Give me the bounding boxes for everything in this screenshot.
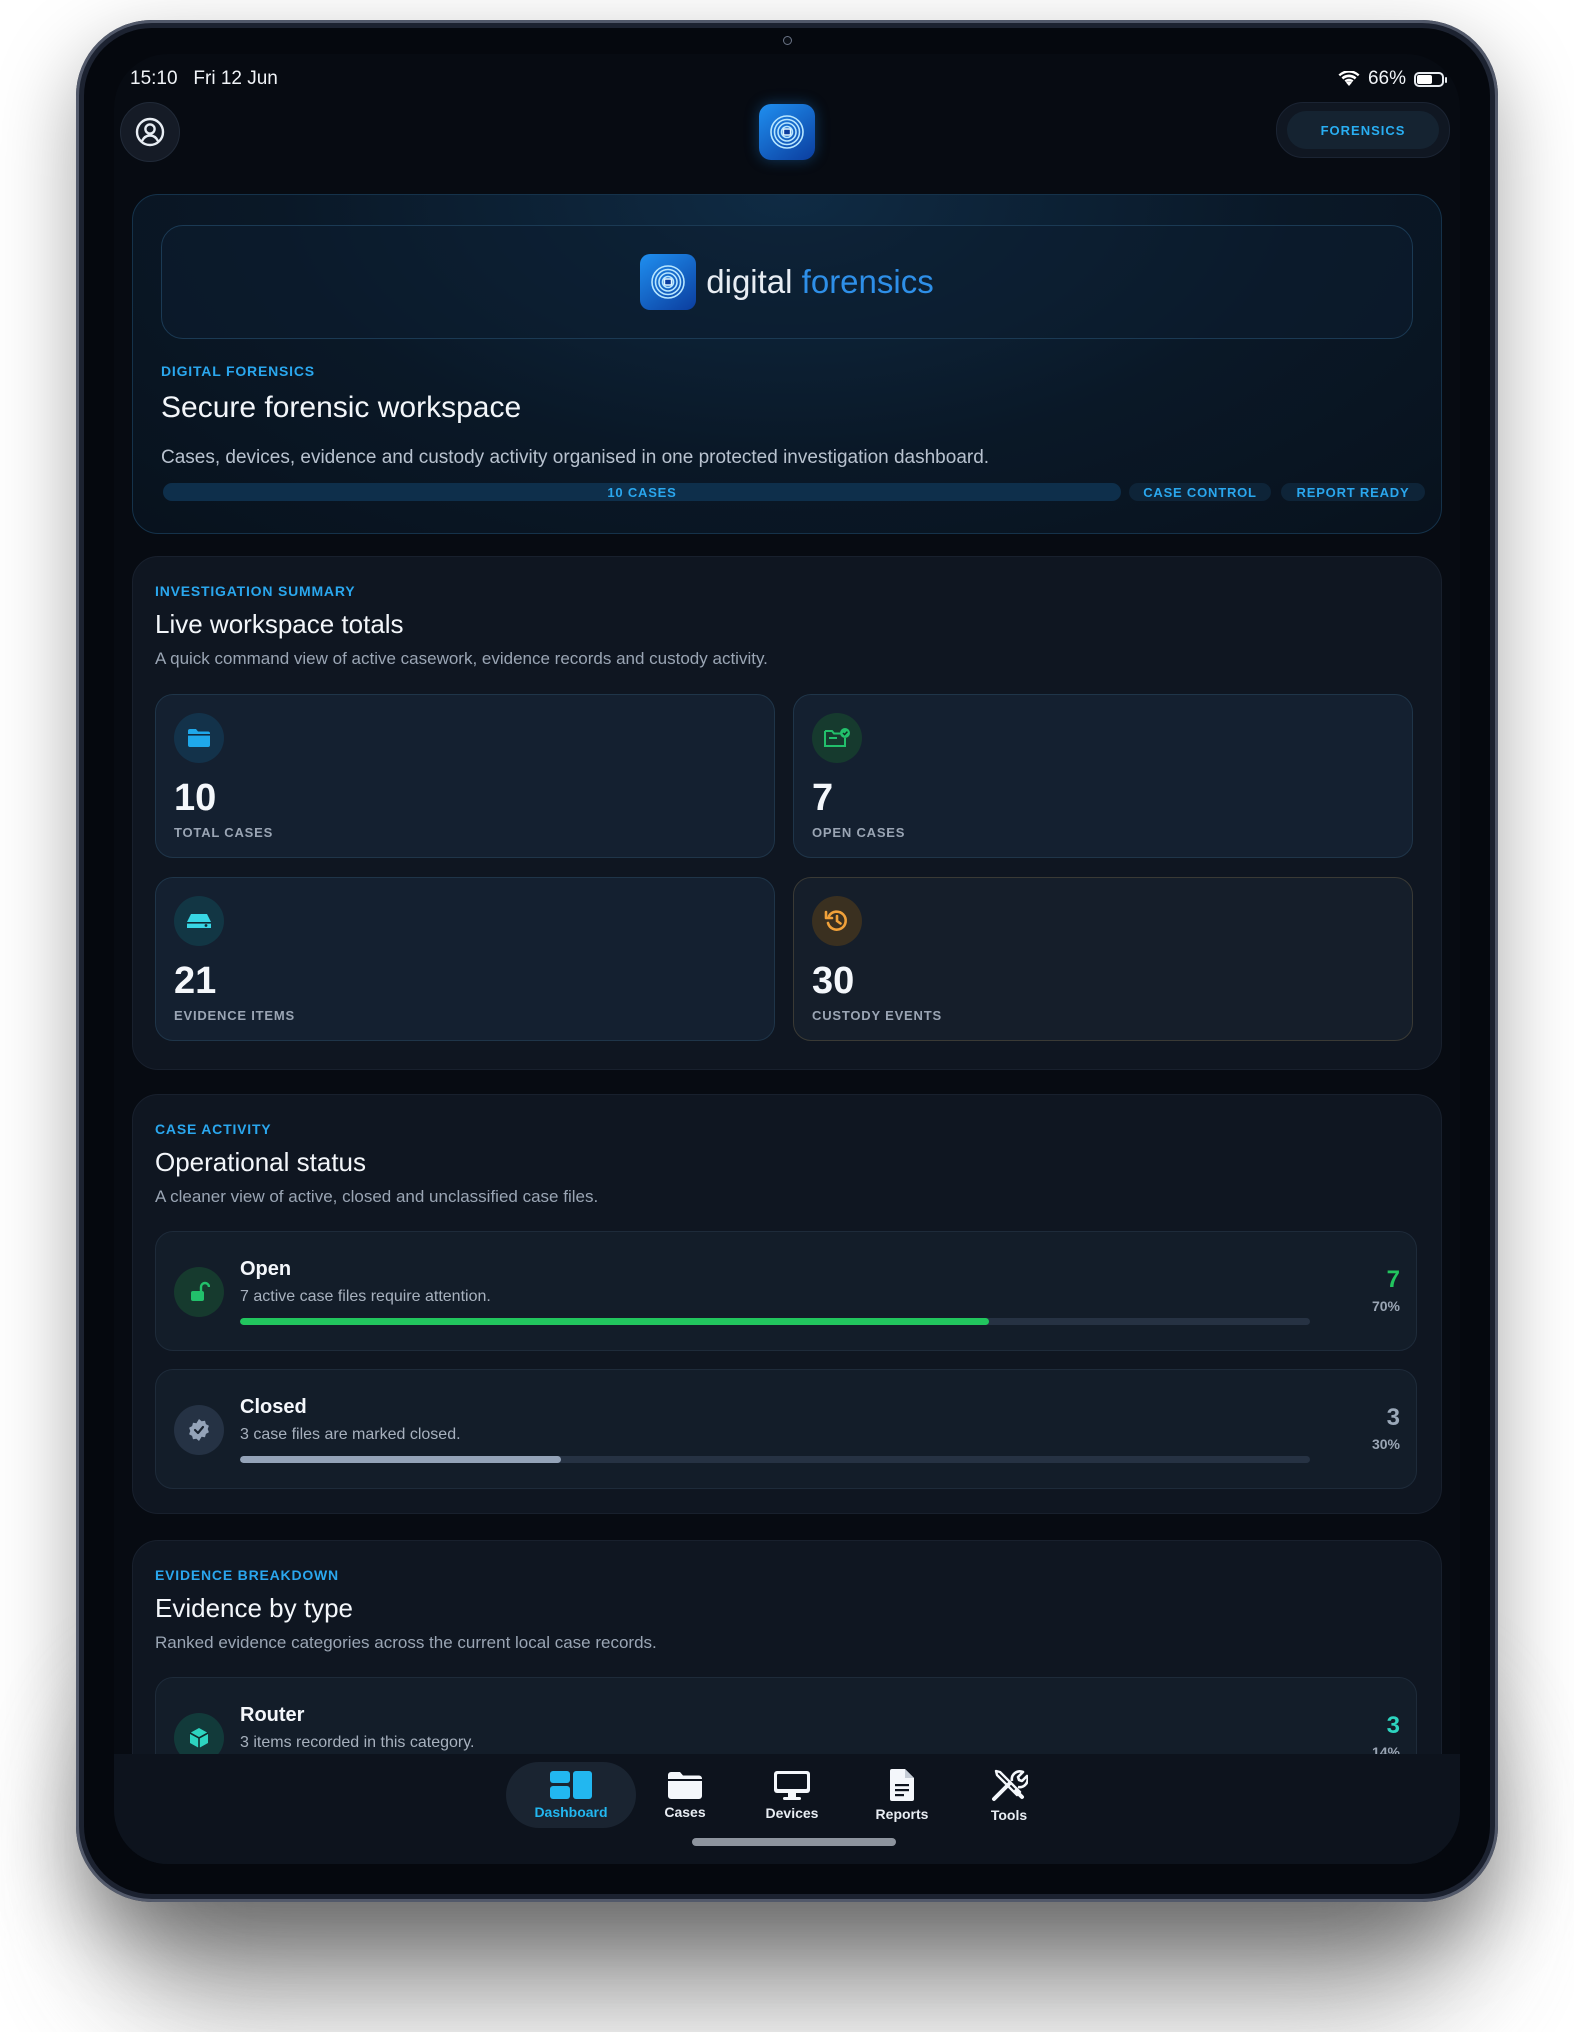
screen: 15:10 Fri 12 Jun 66% FORENSICS digital f… bbox=[114, 54, 1460, 1864]
status-date: Fri 12 Jun bbox=[193, 68, 278, 89]
stat-value: 7 bbox=[812, 777, 834, 819]
folder-badge-icon bbox=[812, 713, 862, 763]
wifi-icon bbox=[1338, 71, 1360, 86]
tab-label: Reports bbox=[875, 1806, 929, 1822]
evidence-subtitle: Ranked evidence categories across the cu… bbox=[155, 1633, 657, 1652]
forensics-badge-label: FORENSICS bbox=[1287, 111, 1439, 149]
stat-value: 10 bbox=[174, 777, 217, 819]
status-progress-track bbox=[240, 1318, 1310, 1325]
history-icon bbox=[812, 896, 862, 946]
folder-icon bbox=[668, 1772, 702, 1799]
tab-label: Cases bbox=[664, 1804, 706, 1820]
tab-bar: Dashboard Cases Devices Reports Tools bbox=[114, 1754, 1460, 1864]
unlock-icon bbox=[174, 1267, 224, 1317]
stat-value: 30 bbox=[812, 960, 855, 1002]
status-progress-track bbox=[240, 1456, 1310, 1463]
hero-banner: digital forensics bbox=[161, 225, 1413, 339]
tag-case-control: CASE CONTROL bbox=[1129, 483, 1271, 501]
evidence-type-count: 3 bbox=[1386, 1712, 1400, 1739]
checkmark-seal-icon bbox=[174, 1405, 224, 1455]
status-time: 15:10 bbox=[130, 68, 178, 89]
summary-eyebrow: INVESTIGATION SUMMARY bbox=[155, 583, 356, 599]
tab-devices[interactable]: Devices bbox=[742, 1762, 842, 1828]
summary-subtitle: A quick command view of active casework,… bbox=[155, 649, 768, 668]
status-progress-bar bbox=[240, 1318, 989, 1325]
status-count: 7 bbox=[1386, 1266, 1400, 1293]
status-title: Closed bbox=[240, 1396, 307, 1418]
home-indicator bbox=[692, 1838, 896, 1846]
battery-percent: 66% bbox=[1367, 68, 1406, 89]
tab-dashboard[interactable]: Dashboard bbox=[506, 1762, 636, 1828]
activity-title: Operational status bbox=[155, 1147, 367, 1177]
tab-label: Tools bbox=[990, 1807, 1028, 1823]
front-camera bbox=[783, 36, 792, 45]
folder-icon bbox=[174, 713, 224, 763]
status-count: 3 bbox=[1386, 1404, 1400, 1431]
status-right: 66% bbox=[1338, 68, 1447, 90]
dashboard-icon bbox=[550, 1771, 592, 1799]
status-description: 3 case files are marked closed. bbox=[240, 1426, 461, 1443]
status-title: Open bbox=[240, 1258, 292, 1280]
status-time-date: 15:10 Fri 12 Jun bbox=[130, 68, 278, 90]
drive-icon bbox=[174, 896, 224, 946]
evidence-type-title: Router bbox=[240, 1704, 305, 1726]
summary-title: Live workspace totals bbox=[155, 609, 404, 639]
app-logo bbox=[759, 104, 815, 160]
activity-eyebrow: CASE ACTIVITY bbox=[155, 1121, 272, 1137]
status-row-open[interactable]: Open 7 active case files require attenti… bbox=[155, 1231, 1417, 1351]
status-percent: 70% bbox=[1371, 1298, 1400, 1314]
activity-subtitle: A cleaner view of active, closed and unc… bbox=[155, 1187, 599, 1206]
tab-label: Devices bbox=[765, 1805, 819, 1821]
stat-evidence-items[interactable]: 21 EVIDENCE ITEMS bbox=[155, 877, 775, 1041]
person-circle-icon bbox=[135, 117, 165, 147]
tab-label: Dashboard bbox=[534, 1804, 608, 1820]
fingerprint-icon bbox=[770, 115, 804, 149]
status-progress-bar bbox=[240, 1456, 561, 1463]
stat-label: EVIDENCE ITEMS bbox=[174, 1008, 295, 1023]
hero-title: Secure forensic workspace bbox=[161, 391, 522, 424]
case-activity-card: CASE ACTIVITY Operational status A clean… bbox=[132, 1094, 1442, 1514]
stat-value: 21 bbox=[174, 960, 217, 1002]
brand-logo bbox=[640, 254, 697, 310]
battery-icon bbox=[1414, 71, 1447, 87]
stat-total-cases[interactable]: 10 TOTAL CASES bbox=[155, 694, 775, 858]
cases-count-bar: 10 CASES bbox=[163, 483, 1121, 501]
stat-label: TOTAL CASES bbox=[174, 825, 274, 840]
status-row-closed[interactable]: Closed 3 case files are marked closed. 3… bbox=[155, 1369, 1417, 1489]
investigation-summary-card: INVESTIGATION SUMMARY Live workspace tot… bbox=[132, 556, 1442, 1070]
tag-report-ready: REPORT READY bbox=[1281, 483, 1425, 501]
hero-eyebrow: DIGITAL FORENSICS bbox=[161, 363, 315, 379]
brand-wordmark: digital forensics bbox=[706, 263, 933, 301]
hero-subtitle: Cases, devices, evidence and custody act… bbox=[161, 447, 990, 468]
stat-label: OPEN CASES bbox=[812, 825, 906, 840]
status-percent: 30% bbox=[1371, 1436, 1400, 1452]
wordmark-accent: forensics bbox=[801, 263, 934, 300]
evidence-eyebrow: EVIDENCE BREAKDOWN bbox=[155, 1567, 339, 1583]
stat-open-cases[interactable]: 7 OPEN CASES bbox=[793, 694, 1413, 858]
document-icon bbox=[890, 1769, 914, 1801]
tab-cases[interactable]: Cases bbox=[640, 1762, 730, 1828]
tools-icon bbox=[992, 1769, 1028, 1801]
stat-label: CUSTODY EVENTS bbox=[812, 1008, 942, 1023]
profile-button[interactable] bbox=[120, 102, 180, 162]
status-description: 7 active case files require attention. bbox=[240, 1288, 491, 1305]
tab-tools[interactable]: Tools bbox=[964, 1762, 1054, 1828]
stat-custody-events[interactable]: 30 CUSTODY EVENTS bbox=[793, 877, 1413, 1041]
evidence-type-description: 3 items recorded in this category. bbox=[240, 1734, 475, 1751]
fingerprint-icon bbox=[651, 265, 686, 299]
status-bar: 15:10 Fri 12 Jun 66% bbox=[130, 62, 1447, 96]
tab-reports[interactable]: Reports bbox=[852, 1762, 952, 1828]
hero-card: digital forensics DIGITAL FORENSICS Secu… bbox=[132, 194, 1442, 534]
forensics-badge-button[interactable]: FORENSICS bbox=[1276, 102, 1450, 158]
wordmark-primary: digital bbox=[706, 263, 793, 300]
desktop-icon bbox=[774, 1771, 810, 1800]
evidence-title: Evidence by type bbox=[155, 1593, 354, 1623]
